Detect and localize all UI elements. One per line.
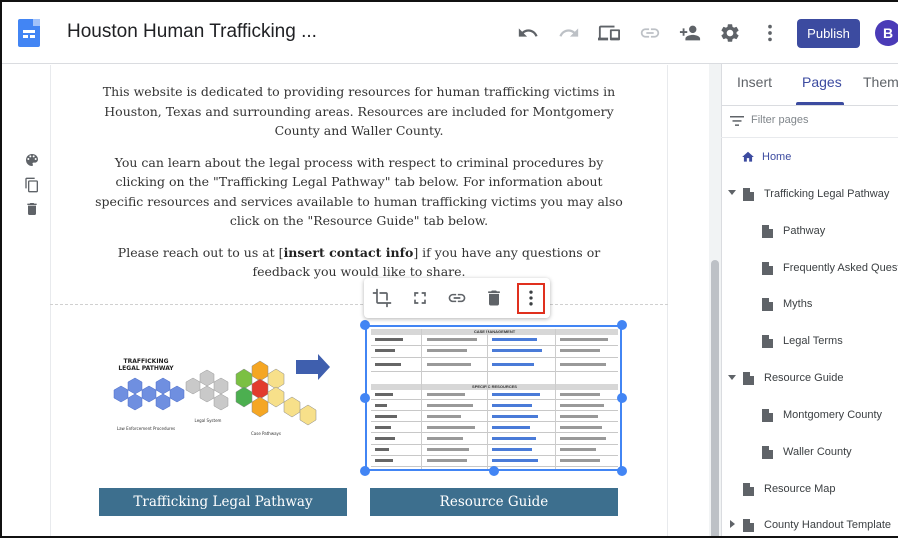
tab-insert[interactable]: Insert bbox=[737, 74, 772, 90]
page-item-home[interactable]: Home bbox=[741, 147, 791, 167]
trafficking-legal-pathway-button[interactable]: Trafficking Legal Pathway bbox=[99, 488, 347, 516]
more-vert-icon bbox=[529, 290, 533, 306]
canvas-scrollbar-thumb[interactable] bbox=[711, 260, 719, 536]
image-header-1: CASE MANAGEMENT bbox=[371, 329, 618, 335]
page-item-faq[interactable]: Frequently Asked Questi... bbox=[762, 258, 898, 278]
filter-icon bbox=[730, 116, 744, 126]
page-icon bbox=[762, 224, 773, 238]
diagram-label-left: Law Enforcement Procedures bbox=[117, 426, 175, 431]
settings-gear-icon[interactable] bbox=[719, 22, 741, 44]
diagram-title-1: TRAFFICKING bbox=[123, 358, 168, 365]
page-item-resource-map[interactable]: Resource Map bbox=[743, 479, 836, 499]
page-item-trafficking-legal-pathway[interactable]: Trafficking Legal Pathway bbox=[743, 184, 889, 204]
crop-icon[interactable] bbox=[372, 288, 392, 308]
page-item-legal-terms[interactable]: Legal Terms bbox=[762, 331, 843, 351]
home-icon bbox=[742, 151, 754, 162]
avatar[interactable]: B bbox=[875, 20, 898, 46]
share-add-person-icon[interactable] bbox=[679, 22, 701, 44]
resize-handle-bottom-left[interactable] bbox=[360, 466, 370, 476]
intro-paragraph-2: You can learn about the legal process wi… bbox=[95, 154, 623, 229]
filter-pages-input[interactable]: Filter pages bbox=[751, 114, 808, 126]
app-window: Houston Human Trafficking ... Publish B bbox=[0, 0, 898, 538]
resize-handle-left[interactable] bbox=[360, 393, 370, 403]
page-icon bbox=[743, 482, 754, 496]
page-icon bbox=[743, 518, 754, 532]
page-item-pathway[interactable]: Pathway bbox=[762, 221, 825, 241]
resize-handle-bottom-right[interactable] bbox=[617, 466, 627, 476]
tab-pages[interactable]: Pages bbox=[802, 74, 842, 90]
google-sites-logo-icon[interactable] bbox=[18, 19, 40, 47]
collapse-caret-icon[interactable] bbox=[728, 190, 736, 195]
resize-handle-top-right[interactable] bbox=[617, 320, 627, 330]
image-link-icon[interactable] bbox=[447, 288, 467, 308]
theme-palette-icon[interactable] bbox=[24, 152, 40, 168]
redo-icon[interactable] bbox=[558, 22, 580, 44]
site-title[interactable]: Houston Human Trafficking ... bbox=[67, 21, 317, 43]
resize-handle-right[interactable] bbox=[617, 393, 627, 403]
delete-icon[interactable] bbox=[24, 201, 40, 217]
resize-handle-top-left[interactable] bbox=[360, 320, 370, 330]
tab-themes[interactable]: Themes bbox=[863, 74, 898, 90]
page-icon bbox=[762, 334, 773, 348]
image-header-2: SPECIFIC RESOURCES bbox=[371, 384, 618, 390]
top-bar: Houston Human Trafficking ... Publish B bbox=[2, 2, 898, 64]
page-item-myths[interactable]: Myths bbox=[762, 294, 812, 314]
section-divider bbox=[50, 304, 668, 305]
page-item-montgomery-county[interactable]: Montgomery County bbox=[762, 405, 882, 425]
page-icon bbox=[762, 297, 773, 311]
diagram-label-right: Case Pathways bbox=[251, 431, 281, 436]
image-delete-icon[interactable] bbox=[484, 288, 504, 308]
undo-icon[interactable] bbox=[517, 22, 539, 44]
image-more-options-button[interactable] bbox=[517, 283, 545, 314]
page-icon bbox=[743, 187, 754, 201]
page-icon bbox=[762, 408, 773, 422]
intro-paragraph-3: Please reach out to us at [insert contac… bbox=[117, 244, 601, 280]
page-icon bbox=[762, 261, 773, 275]
resource-guide-image-selected[interactable]: CASE MANAGEMENT SPECIFIC RESOURCES bbox=[365, 325, 622, 471]
link-icon[interactable] bbox=[639, 22, 661, 44]
page-icon bbox=[762, 445, 773, 459]
preview-devices-icon[interactable] bbox=[598, 22, 620, 44]
legal-pathway-diagram-image[interactable]: TRAFFICKING LEGAL PATHWAY Law Enforcemen… bbox=[98, 342, 348, 442]
page-icon bbox=[743, 371, 754, 385]
intro-text-box[interactable]: This website is dedicated to providing r… bbox=[50, 82, 668, 294]
resize-handle-bottom[interactable] bbox=[489, 466, 499, 476]
collapse-caret-icon[interactable] bbox=[728, 375, 736, 380]
fullscreen-icon[interactable] bbox=[410, 288, 430, 308]
publish-button[interactable]: Publish bbox=[797, 19, 860, 48]
page-item-waller-county[interactable]: Waller County bbox=[762, 442, 852, 462]
more-vert-icon[interactable] bbox=[759, 22, 781, 44]
page-item-resource-guide[interactable]: Resource Guide bbox=[743, 368, 844, 388]
diagram-title-2: LEGAL PATHWAY bbox=[118, 365, 174, 372]
expand-caret-icon[interactable] bbox=[730, 520, 735, 528]
duplicate-icon[interactable] bbox=[24, 177, 40, 193]
page-item-county-handout-template[interactable]: County Handout Template bbox=[743, 515, 891, 535]
intro-paragraph-1: This website is dedicated to providing r… bbox=[102, 84, 616, 138]
resource-guide-button[interactable]: Resource Guide bbox=[370, 488, 618, 516]
contact-placeholder: insert contact info bbox=[283, 244, 414, 260]
diagram-label-mid: Legal System bbox=[195, 418, 222, 423]
